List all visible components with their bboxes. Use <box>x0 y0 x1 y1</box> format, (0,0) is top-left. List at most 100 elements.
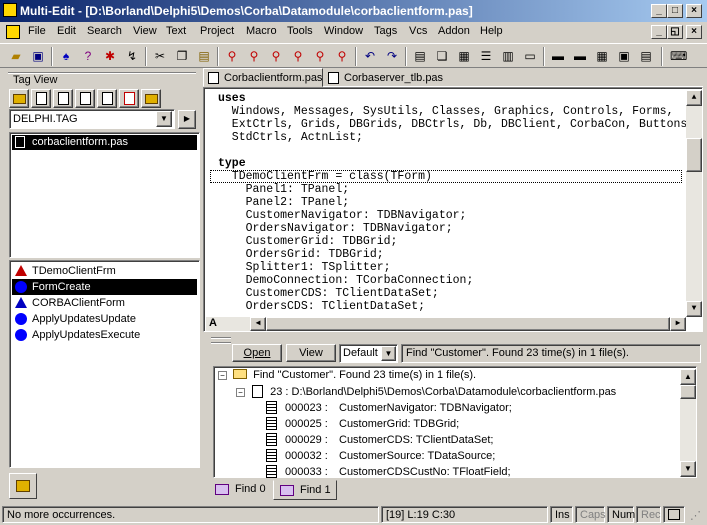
tag-new-button[interactable] <box>31 89 51 108</box>
menu-window[interactable]: Window <box>324 25 363 37</box>
keyboard-button[interactable]: ⌨ <box>667 47 687 66</box>
menu-view[interactable]: View <box>133 25 157 37</box>
split-button[interactable]: ▭ <box>520 47 540 66</box>
table-row[interactable]: 000025 : CustomerGrid: TDBGrid; <box>266 417 459 430</box>
scroll-up-button[interactable]: ▲ <box>686 90 702 106</box>
code-editor[interactable]: uses Windows, Messages, SysUtils, Classe… <box>203 87 703 332</box>
list-item[interactable]: TDemoClientFrm <box>12 263 197 279</box>
tag-open-button[interactable] <box>9 89 29 108</box>
menu-macro[interactable]: Macro <box>246 25 277 37</box>
tag-build-button[interactable] <box>97 89 117 108</box>
redo-button[interactable]: ↷ <box>382 47 402 66</box>
find-files-button[interactable]: ⚲ <box>288 47 308 66</box>
minimize-button[interactable]: _ <box>651 4 667 18</box>
status-caps[interactable]: Caps <box>575 506 606 523</box>
table-row[interactable]: 000029 : CustomerCDS: TClientDataSet; <box>266 433 493 446</box>
window-list-button[interactable]: ▤ <box>410 47 430 66</box>
table-row[interactable]: 000032 : CustomerSource: TDataSource; <box>266 449 495 462</box>
filter-select[interactable]: Default ▼ <box>339 344 398 363</box>
menu-tools[interactable]: Tools <box>287 25 313 37</box>
menu-text[interactable]: Text <box>166 25 186 37</box>
menu-vcs[interactable]: Vcs <box>409 25 427 37</box>
list-item[interactable]: CORBAClientForm <box>12 295 197 311</box>
collapse-button[interactable]: ↯ <box>122 47 142 66</box>
cut-button[interactable]: ✂ <box>150 47 170 66</box>
bookmark-button[interactable]: ⚲ <box>332 47 352 66</box>
scroll-down-button[interactable]: ▼ <box>686 301 702 317</box>
menu-addon[interactable]: Addon <box>438 25 470 37</box>
menu-search[interactable]: Search <box>87 25 122 37</box>
find-button[interactable]: ⚲ <box>222 47 242 66</box>
undo-button[interactable]: ↶ <box>360 47 380 66</box>
tile-horizontal-button[interactable]: ☰ <box>476 47 496 66</box>
menu-project[interactable]: Project <box>200 25 234 37</box>
menu-edit[interactable]: Edit <box>57 25 76 37</box>
tile-vertical-button[interactable]: ▥ <box>498 47 518 66</box>
results-scrollbar[interactable]: ▲ ▼ <box>680 369 696 477</box>
toggle-project-button[interactable]: ▦ <box>592 47 612 66</box>
list-item[interactable]: FormCreate <box>12 279 197 295</box>
tab-corbaclientform[interactable]: Corbaclientform.pas <box>203 68 323 87</box>
scroll-left-button[interactable]: ◀ <box>250 317 266 331</box>
collapse-icon[interactable]: − <box>218 371 227 380</box>
paste-button[interactable]: ▤ <box>194 47 214 66</box>
tab-find-1[interactable]: Find 1 <box>273 480 337 500</box>
doc-minimize-button[interactable]: _ <box>651 25 667 39</box>
scroll-down-button[interactable]: ▼ <box>680 461 696 477</box>
list-item[interactable]: corbaclientform.pas <box>12 135 197 150</box>
toggle-panel-button[interactable]: ▬ <box>548 47 568 66</box>
tag-view-tab[interactable] <box>9 473 37 499</box>
tile-button[interactable]: ▦ <box>454 47 474 66</box>
tree-root[interactable]: − Find "Customer". Found 23 time(s) in 1… <box>218 369 476 381</box>
list-item[interactable]: ApplyUpdatesUpdate <box>12 311 197 327</box>
tag-go-button[interactable]: ▶ <box>178 110 196 129</box>
tag-scan-button[interactable] <box>75 89 95 108</box>
status-num[interactable]: Num <box>607 506 635 523</box>
tag-browse-button[interactable] <box>141 89 161 108</box>
scroll-up-button[interactable]: ▲ <box>680 369 696 385</box>
chevron-down-icon[interactable]: ▼ <box>381 346 396 361</box>
collapse-icon[interactable]: − <box>236 388 245 397</box>
resize-grip-icon[interactable]: ⋰ <box>690 509 701 522</box>
horizontal-scrollbar[interactable]: A ◀ ▶ <box>206 317 686 331</box>
maximize-button[interactable]: □ <box>667 4 683 18</box>
table-row[interactable]: 000023 : CustomerNavigator: TDBNavigator; <box>266 401 512 414</box>
toggle-output-button[interactable]: ▬ <box>570 47 590 66</box>
tag-file-select[interactable]: DELPHI.TAG ▼ <box>9 109 175 129</box>
menu-help[interactable]: Help <box>480 25 503 37</box>
menu-file[interactable]: File <box>28 25 46 37</box>
tab-corbaserver-tlb[interactable]: Corbaserver_tlb.pas <box>324 70 443 87</box>
open-button[interactable]: Open <box>232 344 282 362</box>
chevron-down-icon[interactable]: ▼ <box>156 111 172 127</box>
scroll-thumb[interactable] <box>680 385 696 399</box>
toggle-tools-button[interactable]: ▤ <box>636 47 656 66</box>
open-file-button[interactable]: ▰ <box>6 47 26 66</box>
vertical-scrollbar[interactable]: ▲ ▼ <box>686 90 702 317</box>
tab-find-0[interactable]: Find 0 <box>209 481 271 499</box>
cascade-button[interactable]: ❏ <box>432 47 452 66</box>
tag-edit-button[interactable] <box>53 89 73 108</box>
tag-find-button[interactable] <box>119 89 139 108</box>
toggle-tag-button[interactable]: ▣ <box>614 47 634 66</box>
scroll-thumb[interactable] <box>686 138 702 172</box>
help-button[interactable]: ? <box>78 47 98 66</box>
copy-button[interactable]: ❐ <box>172 47 192 66</box>
menu-tags[interactable]: Tags <box>374 25 397 37</box>
find-replace-button[interactable]: ⚲ <box>244 47 264 66</box>
doc-restore-button[interactable]: ◱ <box>667 25 683 39</box>
doc-close-button[interactable]: × <box>686 25 702 39</box>
table-row[interactable]: 000033 : CustomerCDSCustNo: TFloatField; <box>266 465 511 478</box>
find-next-button[interactable]: ⚲ <box>266 47 286 66</box>
scroll-right-button[interactable]: ▶ <box>670 317 686 331</box>
goto-button[interactable]: ⚲ <box>310 47 330 66</box>
save-button[interactable]: ▣ <box>28 47 48 66</box>
status-ins[interactable]: Ins <box>550 506 573 523</box>
list-item[interactable]: ApplyUpdatesExecute <box>12 327 197 343</box>
compile-button[interactable]: ✱ <box>100 47 120 66</box>
view-button[interactable]: View <box>286 344 336 362</box>
status-rec[interactable]: Rec <box>636 506 661 523</box>
hscroll-thumb[interactable] <box>266 317 670 331</box>
run-button[interactable]: ♠ <box>56 47 76 66</box>
close-button[interactable]: × <box>686 4 702 18</box>
tree-file[interactable]: − 23 : D:\Borland\Delphi5\Demos\Corba\Da… <box>236 385 616 398</box>
